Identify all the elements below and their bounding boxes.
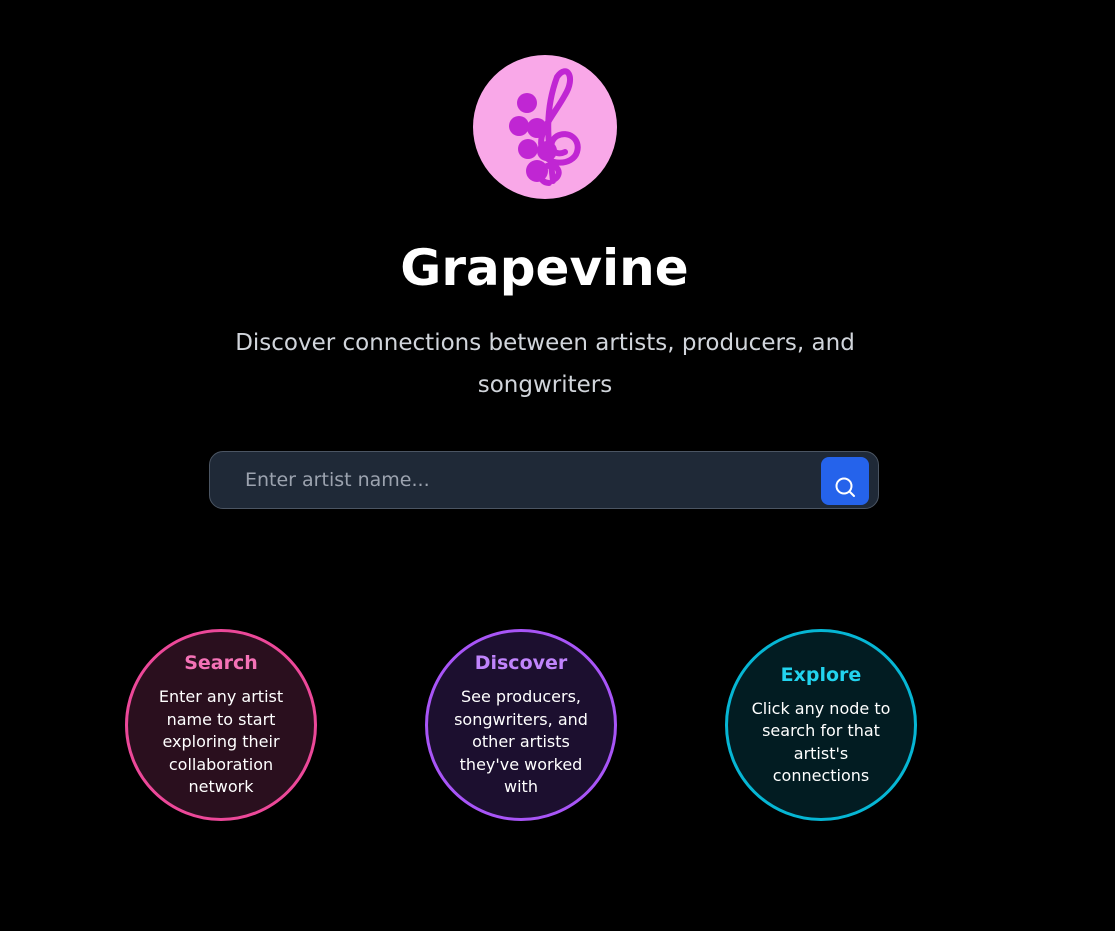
search-button[interactable] <box>821 457 869 505</box>
search-bar <box>209 451 879 509</box>
landing-page: Grapevine Discover connections between a… <box>0 0 1115 931</box>
feature-card-text: See producers, songwriters, and other ar… <box>454 687 588 797</box>
feature-card-title: Search <box>184 652 258 675</box>
feature-card-title: Explore <box>780 663 862 686</box>
feature-card-text: Click any node to search for that artist… <box>751 698 891 786</box>
logo <box>473 55 617 199</box>
search-icon <box>835 477 855 497</box>
grape-treble-clef-icon <box>509 68 581 186</box>
feature-card-discover: Discover See producers, songwriters, and… <box>425 629 617 821</box>
feature-card-explore: Explore Click any node to search for tha… <box>725 629 917 821</box>
feature-card-search: Search Enter any artist name to start ex… <box>125 629 317 821</box>
feature-card-text: Enter any artist name to start exploring… <box>158 687 284 797</box>
feature-card-title: Discover <box>474 652 568 675</box>
page-title: Grapevine <box>400 239 689 297</box>
page-subtitle: Discover connections between artists, pr… <box>235 330 855 398</box>
artist-search-input[interactable] <box>230 460 825 500</box>
